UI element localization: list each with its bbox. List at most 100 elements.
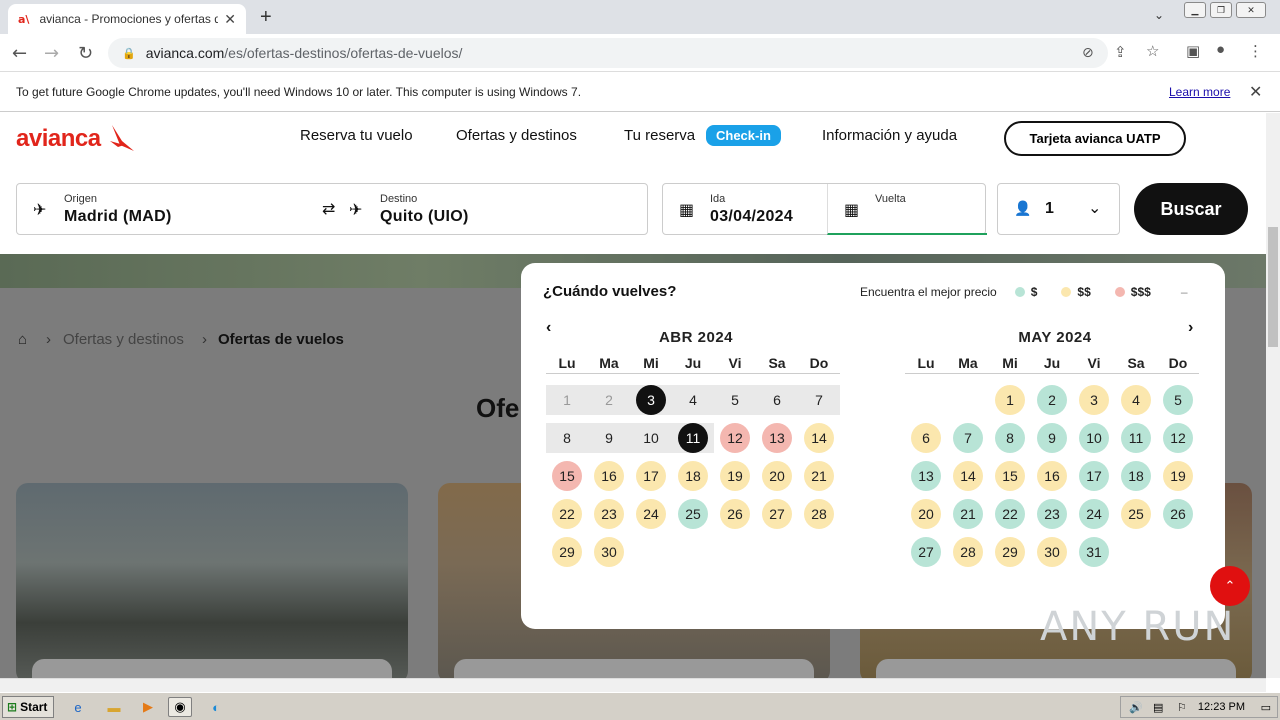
calendar-day[interactable]: 10: [1079, 423, 1109, 453]
breadcrumb-ofertas-destinos[interactable]: Ofertas y destinos: [63, 331, 184, 348]
calendar-day[interactable]: 3: [636, 385, 666, 415]
uatp-card-button[interactable]: Tarjeta avianca UATP: [1004, 121, 1186, 156]
calendar-day[interactable]: 18: [678, 461, 708, 491]
scroll-to-top-button[interactable]: ⌃: [1210, 566, 1250, 606]
calendar-day[interactable]: 9: [1037, 423, 1067, 453]
profile-avatar-icon[interactable]: ●: [1216, 41, 1225, 58]
calendar-day[interactable]: 14: [804, 423, 834, 453]
calendar-day[interactable]: 26: [1163, 499, 1193, 529]
swap-arrows-icon[interactable]: ⇄: [322, 199, 335, 219]
calendar-day[interactable]: 29: [995, 537, 1025, 567]
calendar-day[interactable]: 5: [1163, 385, 1193, 415]
calendar-day[interactable]: 15: [995, 461, 1025, 491]
calendar-day[interactable]: 17: [636, 461, 666, 491]
calendar-day[interactable]: 16: [594, 461, 624, 491]
explorer-folder-icon[interactable]: ▬: [102, 697, 126, 717]
calendar-day[interactable]: 31: [1079, 537, 1109, 567]
calendar-day[interactable]: 28: [953, 537, 983, 567]
calendar-day[interactable]: 20: [762, 461, 792, 491]
calendar-day[interactable]: 19: [1163, 461, 1193, 491]
side-panel-icon[interactable]: ▣: [1186, 42, 1200, 60]
calendar-day[interactable]: 26: [720, 499, 750, 529]
calendar-day[interactable]: 29: [552, 537, 582, 567]
show-desktop-icon[interactable]: ▭: [1261, 701, 1271, 714]
origin-field[interactable]: Madrid (MAD): [64, 208, 172, 226]
ie-icon[interactable]: e: [66, 697, 90, 717]
destination-field[interactable]: Quito (UIO): [380, 208, 469, 226]
calendar-day[interactable]: 11: [678, 423, 708, 453]
reload-icon[interactable]: ↻: [78, 43, 93, 64]
tab-search-chevron-icon[interactable]: ⌄: [1154, 8, 1164, 22]
forward-arrow-icon[interactable]: →: [44, 43, 59, 64]
checkin-badge[interactable]: Check-in: [706, 125, 781, 146]
calendar-day[interactable]: 24: [636, 499, 666, 529]
calendar-day[interactable]: 24: [1079, 499, 1109, 529]
close-tab-icon[interactable]: ✕: [224, 11, 236, 28]
share-icon[interactable]: ⇪: [1114, 43, 1127, 61]
calendar-day[interactable]: 15: [552, 461, 582, 491]
calendar-day[interactable]: 18: [1121, 461, 1151, 491]
calendar-day[interactable]: 5: [720, 385, 750, 415]
calendar-day[interactable]: 4: [1121, 385, 1151, 415]
calendar-day[interactable]: 9: [594, 423, 624, 453]
back-arrow-icon[interactable]: ←: [12, 43, 27, 64]
edge-icon[interactable]: ◐: [204, 697, 228, 717]
restore-window-button[interactable]: ❐: [1210, 2, 1232, 18]
ida-date-field[interactable]: 03/04/2024: [710, 208, 793, 226]
calendar-day[interactable]: 8: [995, 423, 1025, 453]
calendar-day[interactable]: 23: [1037, 499, 1067, 529]
calendar-day[interactable]: 22: [995, 499, 1025, 529]
start-button[interactable]: ⊞ Start: [2, 696, 54, 718]
passengers-selector[interactable]: 👤 1 ⌄: [997, 183, 1120, 235]
calendar-day[interactable]: 30: [594, 537, 624, 567]
calendar-day[interactable]: 1: [995, 385, 1025, 415]
nav-reserva-vuelo[interactable]: Reserva tu vuelo: [300, 127, 413, 144]
calendar-day[interactable]: 21: [953, 499, 983, 529]
address-bar[interactable]: 🔒 avianca.com/es/ofertas-destinos/oferta…: [108, 38, 1108, 68]
calendar-day[interactable]: 13: [762, 423, 792, 453]
scrollbar-thumb[interactable]: [1268, 227, 1278, 347]
calendar-day[interactable]: 8: [552, 423, 582, 453]
calendar-day[interactable]: 13: [911, 461, 941, 491]
menu-kebab-icon[interactable]: ⋮: [1248, 42, 1263, 60]
calendar-day[interactable]: 20: [911, 499, 941, 529]
browser-tab[interactable]: a\ avianca - Promociones y ofertas de vu…: [8, 4, 246, 34]
calendar-day[interactable]: 6: [762, 385, 792, 415]
calendar-day[interactable]: 10: [636, 423, 666, 453]
calendar-day[interactable]: 4: [678, 385, 708, 415]
close-infobar-icon[interactable]: ✕: [1249, 82, 1262, 102]
calendar-day[interactable]: 12: [720, 423, 750, 453]
calendar-day[interactable]: 17: [1079, 461, 1109, 491]
calendar-day[interactable]: 25: [678, 499, 708, 529]
calendar-day[interactable]: 21: [804, 461, 834, 491]
vuelta-date-field[interactable]: ▦ Vuelta: [827, 184, 987, 235]
speaker-icon[interactable]: 🔊: [1129, 701, 1143, 714]
nav-informacion-ayuda[interactable]: Información y ayuda: [822, 127, 957, 144]
flag-icon[interactable]: ⚐: [1177, 701, 1187, 714]
calendar-day[interactable]: 27: [762, 499, 792, 529]
learn-more-link[interactable]: Learn more: [1169, 85, 1230, 99]
calendar-day[interactable]: 7: [804, 385, 834, 415]
calendar-day[interactable]: 14: [953, 461, 983, 491]
home-icon[interactable]: ⌂: [18, 331, 27, 348]
calendar-day[interactable]: 2: [1037, 385, 1067, 415]
calendar-day[interactable]: 3: [1079, 385, 1109, 415]
minimize-window-button[interactable]: ▁: [1184, 2, 1206, 18]
calendar-day[interactable]: 7: [953, 423, 983, 453]
search-button[interactable]: Buscar: [1134, 183, 1248, 235]
calendar-day[interactable]: 28: [804, 499, 834, 529]
cookie-blocked-icon[interactable]: ⊘: [1082, 44, 1094, 61]
calendar-day[interactable]: 22: [552, 499, 582, 529]
calendar-day[interactable]: 19: [720, 461, 750, 491]
bookmark-star-icon[interactable]: ☆: [1146, 42, 1159, 60]
chrome-icon[interactable]: ◉: [168, 697, 192, 717]
horizontal-scrollbar[interactable]: [0, 678, 1266, 692]
calendar-day[interactable]: 6: [911, 423, 941, 453]
vertical-scrollbar[interactable]: [1266, 113, 1280, 678]
calendar-day[interactable]: 12: [1163, 423, 1193, 453]
destination-card-image[interactable]: [16, 483, 408, 678]
network-icon[interactable]: ▤: [1153, 701, 1163, 714]
media-player-icon[interactable]: ▶: [136, 697, 160, 717]
calendar-day[interactable]: 30: [1037, 537, 1067, 567]
new-tab-plus-icon[interactable]: +: [260, 6, 272, 29]
